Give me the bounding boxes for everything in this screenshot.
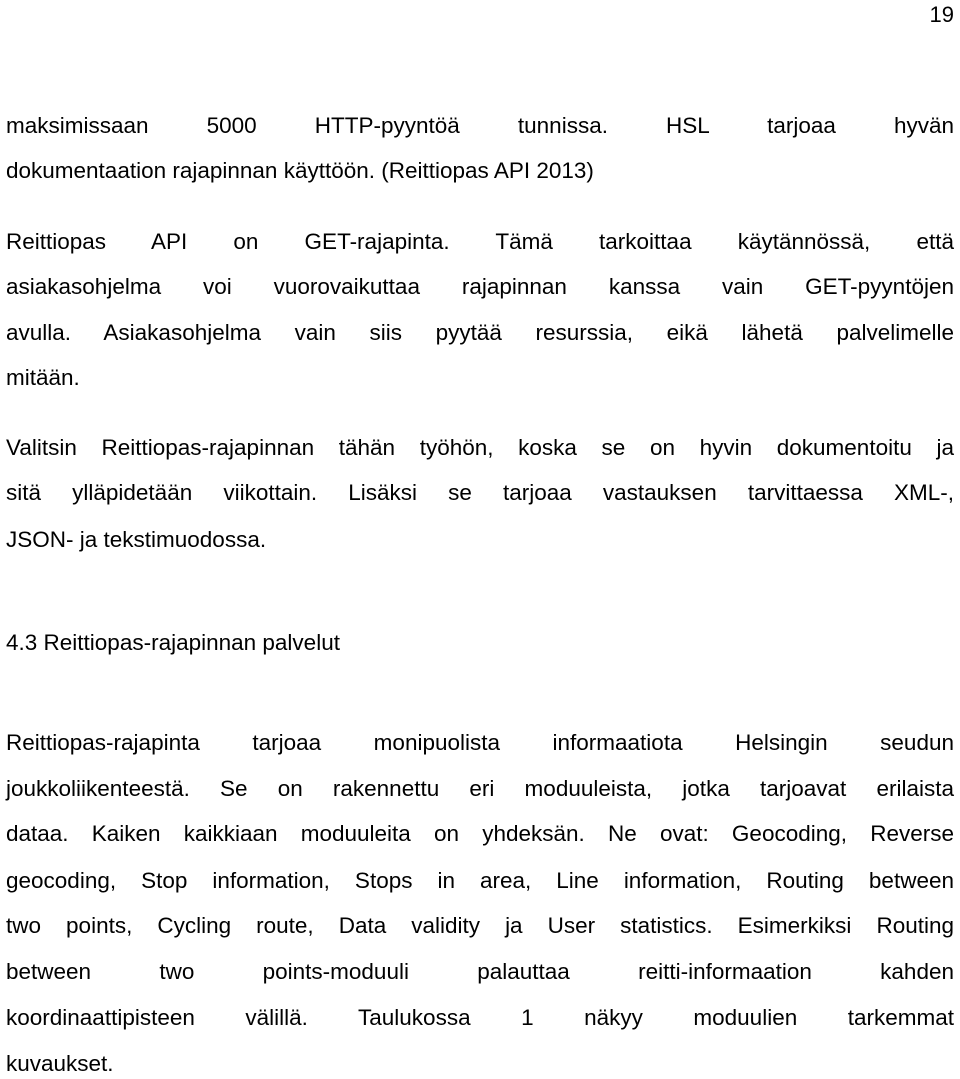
text-line: Valitsin Reittiopas-rajapinnan tähän työ… <box>6 435 954 460</box>
text-line: avulla. Asiakasohjelma vain siis pyytää … <box>6 320 954 345</box>
text-line: dataa. Kaiken kaikkiaan moduuleita on yh… <box>6 821 954 846</box>
text-line: JSON- ja tekstimuodossa. <box>6 527 267 552</box>
text-line: two points, Cycling route, Data validity… <box>6 913 954 938</box>
text-line: Reittiopas API on GET-rajapinta. Tämä ta… <box>6 229 954 254</box>
text-line: kuvaukset. <box>6 1051 114 1076</box>
text-line: maksimissaan 5000 HTTP-pyyntöä tunnissa.… <box>6 113 954 138</box>
page-number: 19 <box>929 2 954 27</box>
text-line: dokumentaation rajapinnan käyttöön. (Rei… <box>6 158 594 183</box>
section-heading: 4.3 Reittiopas-rajapinnan palvelut <box>6 630 340 655</box>
text-line: koordinaattipisteen välillä. Taulukossa … <box>6 1005 954 1030</box>
text-line: asiakasohjelma voi vuorovaikuttaa rajapi… <box>6 274 954 299</box>
text-line: between two points-moduuli palauttaa rei… <box>6 959 954 984</box>
text-line: joukkoliikenteestä. Se on rakennettu eri… <box>6 776 954 801</box>
text-line: mitään. <box>6 365 80 390</box>
text-line: geocoding, Stop information, Stops in ar… <box>6 868 954 893</box>
text-line: sitä ylläpidetään viikottain. Lisäksi se… <box>6 480 954 505</box>
text-line: Reittiopas-rajapinta tarjoaa monipuolist… <box>6 730 954 755</box>
